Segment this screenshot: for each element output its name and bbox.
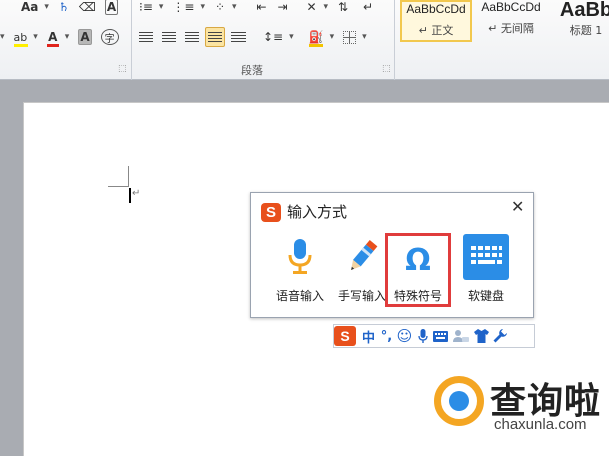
- ime-item-label: 软键盘: [467, 289, 504, 303]
- style-name: ↵ 无间隔: [488, 22, 534, 35]
- bullets-button[interactable]: ⁝≡: [136, 0, 156, 17]
- style-name: 标题 1: [569, 24, 603, 37]
- skin-icon[interactable]: [473, 326, 490, 346]
- paint-bucket-icon: ⛽: [308, 30, 324, 47]
- font-color-dropdown[interactable]: ▾: [62, 27, 73, 47]
- wrench-icon[interactable]: [491, 326, 508, 346]
- style-sample: AaBbCcDd: [406, 2, 466, 16]
- justify-icon: [208, 31, 222, 43]
- keyboard-icon: [462, 233, 510, 281]
- omega-icon: Ω: [405, 242, 431, 278]
- decrease-indent-button[interactable]: ⇤: [253, 0, 271, 17]
- char-shading-button[interactable]: A: [75, 27, 94, 47]
- ribbon-separator: [394, 0, 395, 80]
- sort-button[interactable]: ⇅: [334, 0, 352, 17]
- text-cursor: [129, 188, 131, 203]
- ime-status-toolbar: S 中 °, ☺: [333, 324, 535, 348]
- paragraph-group-label: 段落: [241, 64, 263, 77]
- multilevel-list-dropdown[interactable]: ▾: [229, 0, 240, 17]
- shading-button[interactable]: ⛽: [306, 27, 327, 47]
- crop-mark: [128, 166, 129, 187]
- style-normal[interactable]: AaBbCcDd ↵ 正文: [400, 0, 472, 42]
- highlighter-icon: ab: [13, 31, 28, 47]
- ime-input-method-panel: S 输入方式 ✕ 语音输入 手写输入 Ω 特殊符号 软键盘: [250, 192, 534, 318]
- chinese-layout-dropdown[interactable]: ▾: [321, 0, 332, 17]
- justify-button[interactable]: [205, 27, 225, 47]
- align-center-icon: [162, 31, 176, 43]
- sogou-logo-icon[interactable]: S: [334, 326, 356, 346]
- multilevel-list-button[interactable]: ⁘: [211, 0, 229, 17]
- align-center-button[interactable]: [159, 27, 179, 47]
- chinese-layout-button[interactable]: ✕: [303, 0, 321, 17]
- pencil-icon: [338, 233, 386, 281]
- style-heading-1[interactable]: AaBb 标题 1: [550, 0, 609, 42]
- watermark-url: chaxunla.com: [494, 416, 587, 433]
- ribbon: Aa ▾ ♄ ⌫ A ▾ ab ▾ A ▾ A 字 ⬚ ⁝≡ ▾ ⋮≡ ▾ ⁘ …: [0, 0, 609, 80]
- align-right-icon: [185, 31, 199, 43]
- microphone-icon: [276, 233, 324, 281]
- style-name: ↵ 正文: [418, 24, 454, 37]
- numbering-button[interactable]: ⋮≡: [169, 0, 197, 17]
- keyboard-icon[interactable]: [432, 326, 449, 346]
- char-border-button[interactable]: A: [102, 0, 121, 17]
- ime-item-label: 手写输入: [337, 289, 386, 303]
- style-sample: AaBb: [559, 0, 609, 21]
- clear-format-button[interactable]: ⌫: [76, 0, 99, 17]
- style-no-spacing[interactable]: AaBbCcDd ↵ 无间隔: [475, 0, 547, 42]
- borders-button[interactable]: [340, 27, 359, 47]
- shading-dropdown[interactable]: ▾: [327, 27, 338, 47]
- ime-item-label: 语音输入: [275, 289, 324, 303]
- chinese-mode-button[interactable]: 中: [360, 326, 377, 346]
- special-symbols-button[interactable]: Ω 特殊符号: [385, 233, 451, 307]
- close-button[interactable]: ✕: [511, 197, 524, 216]
- emoji-icon[interactable]: ☺: [396, 326, 413, 346]
- align-left-button[interactable]: [136, 27, 156, 47]
- phonetic-guide-button[interactable]: ♄: [55, 0, 73, 17]
- line-spacing-button[interactable]: ↕≡: [260, 27, 286, 47]
- numbering-dropdown[interactable]: ▾: [197, 0, 208, 17]
- soft-keyboard-button[interactable]: 软键盘: [453, 229, 519, 305]
- style-sample: AaBbCcDd: [481, 0, 541, 14]
- paragraph-mark: ↵: [132, 188, 141, 199]
- site-watermark: 查询啦 chaxunla.com: [432, 372, 609, 456]
- ribbon-separator: [131, 0, 132, 80]
- punctuation-button[interactable]: °,: [378, 326, 395, 346]
- font-dialog-launcher[interactable]: ⬚: [118, 64, 127, 74]
- highlight-button[interactable]: ab: [11, 27, 31, 47]
- text-effect-dropdown[interactable]: ▾: [0, 27, 8, 47]
- increase-indent-button[interactable]: ⇥: [274, 0, 292, 17]
- border-grid-icon: [343, 30, 357, 44]
- voice-input-button[interactable]: 语音输入: [267, 229, 333, 305]
- change-case-dropdown[interactable]: ▾: [41, 0, 52, 17]
- sogou-logo-icon: S: [261, 203, 281, 222]
- watermark-logo-icon: [434, 376, 484, 426]
- highlight-dropdown[interactable]: ▾: [30, 27, 41, 47]
- enclosed-char-button[interactable]: 字: [98, 27, 122, 47]
- paragraph-dialog-launcher[interactable]: ⬚: [382, 64, 391, 74]
- microphone-icon[interactable]: [414, 326, 431, 346]
- crop-mark: [108, 186, 129, 187]
- styles-gallery: AaBbCcDd ↵ 正文 AaBbCcDd ↵ 无间隔 AaBb 标题 1: [400, 0, 609, 44]
- align-left-icon: [139, 31, 153, 43]
- bullets-dropdown[interactable]: ▾: [156, 0, 167, 17]
- show-marks-button[interactable]: ↵: [359, 0, 377, 17]
- font-row-2: ▾ ab ▾ A ▾ A 字: [0, 26, 125, 48]
- align-right-button[interactable]: [182, 27, 202, 47]
- font-row-1: Aa ▾ ♄ ⌫ A: [18, 0, 124, 18]
- distribute-icon: [231, 31, 246, 43]
- change-case-button[interactable]: Aa: [18, 0, 41, 17]
- borders-dropdown[interactable]: ▾: [359, 27, 370, 47]
- paragraph-row-2: ↕≡ ▾ ⛽ ▾ ▾: [136, 26, 373, 48]
- distribute-button[interactable]: [228, 27, 249, 47]
- ime-item-label: 特殊符号: [393, 289, 442, 303]
- ime-panel-title: 输入方式: [287, 203, 348, 221]
- font-color-button[interactable]: A: [44, 27, 62, 47]
- user-icon[interactable]: [450, 326, 472, 346]
- line-spacing-dropdown[interactable]: ▾: [286, 27, 297, 47]
- paragraph-row-1: ⁝≡ ▾ ⋮≡ ▾ ⁘ ▾ ⇤ ⇥ ✕ ▾ ⇅ ↵: [136, 0, 380, 18]
